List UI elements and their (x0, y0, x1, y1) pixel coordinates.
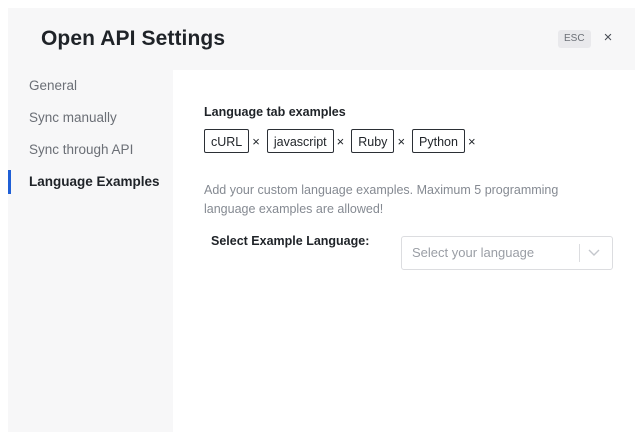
settings-content: Language tab examples cURL × javascript … (173, 70, 635, 432)
section-label: Language tab examples (204, 105, 346, 119)
language-tag: Python × (412, 129, 476, 153)
remove-tag-icon[interactable]: × (397, 134, 405, 149)
language-select[interactable]: Select your language (401, 236, 613, 270)
select-placeholder: Select your language (412, 245, 535, 260)
tag-label: cURL (204, 129, 250, 153)
language-tag-list: cURL × javascript × Ruby × Python × (204, 129, 483, 153)
language-tag: javascript × (266, 129, 345, 153)
chevron-down-icon[interactable] (586, 246, 602, 260)
select-divider (579, 244, 580, 262)
tag-label: Ruby (351, 129, 395, 153)
sidebar-item-general[interactable]: General (8, 70, 173, 102)
remove-tag-icon[interactable]: × (337, 134, 345, 149)
settings-modal: Open API Settings ESC × General Sync man… (8, 8, 635, 432)
tag-label: Python (412, 129, 465, 153)
help-text: Add your custom language examples. Maxim… (204, 183, 559, 216)
remove-tag-icon[interactable]: × (252, 134, 260, 149)
modal-title: Open API Settings (41, 27, 226, 50)
settings-sidebar: General Sync manually Sync through API L… (8, 70, 173, 432)
sidebar-item-sync-manually[interactable]: Sync manually (8, 102, 173, 134)
sidebar-item-language-examples[interactable]: Language Examples (8, 166, 173, 198)
close-button[interactable]: × (600, 28, 616, 48)
sidebar-item-sync-through-api[interactable]: Sync through API (8, 134, 173, 166)
remove-tag-icon[interactable]: × (468, 134, 476, 149)
tag-label: javascript (266, 129, 334, 153)
select-language-label: Select Example Language: (211, 234, 370, 248)
language-tag: Ruby × (351, 129, 405, 153)
language-tag: cURL × (204, 129, 260, 153)
esc-key-hint: ESC (558, 30, 591, 48)
modal-header: Open API Settings ESC × (8, 8, 635, 70)
